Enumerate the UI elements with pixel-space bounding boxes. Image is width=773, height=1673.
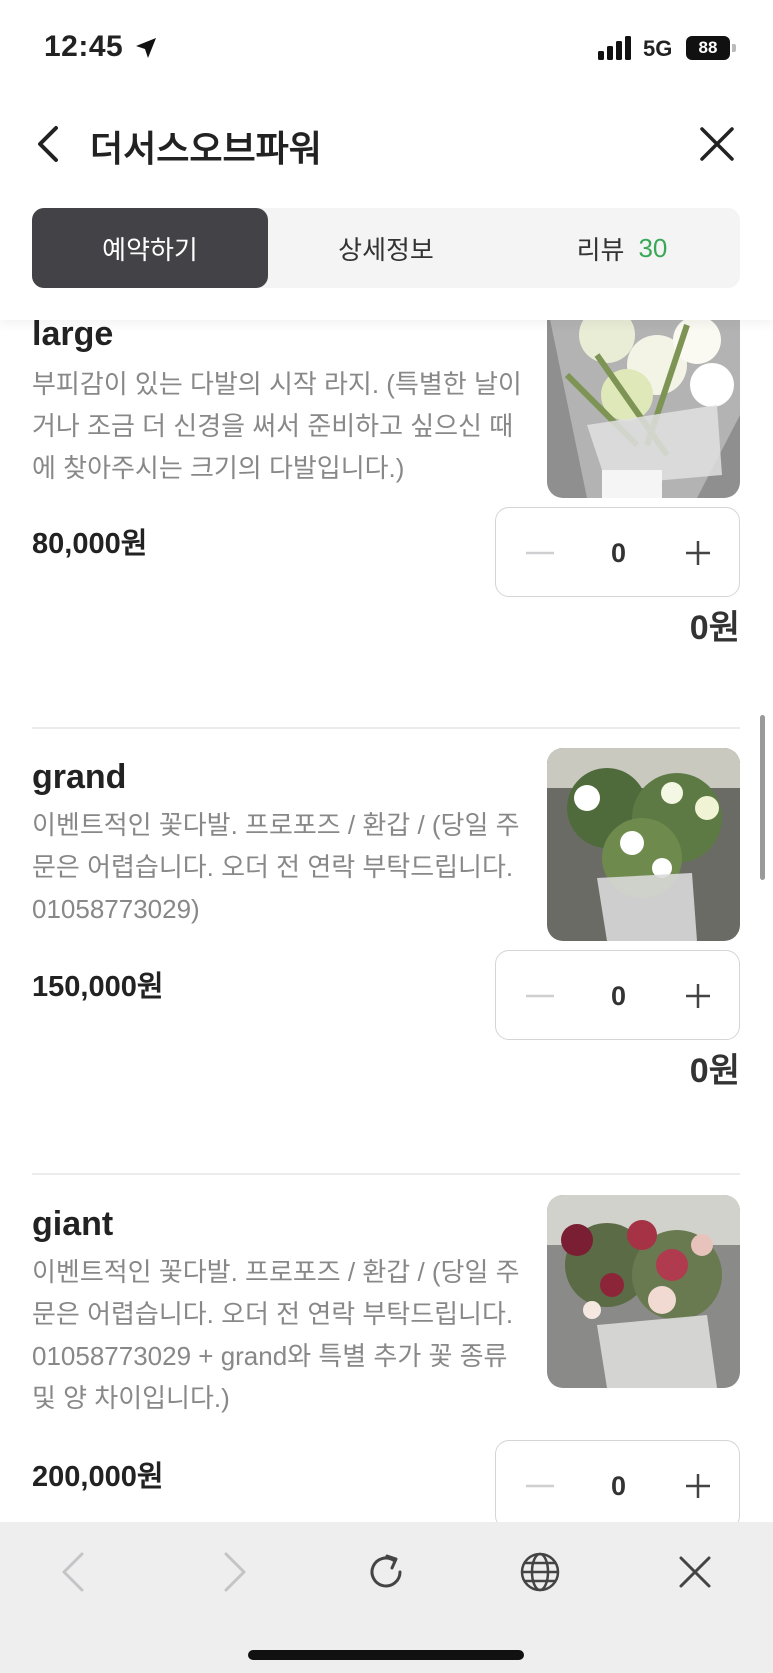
battery-level: 88 (686, 36, 730, 60)
browser-toolbar (0, 1522, 773, 1673)
signal-icon (598, 36, 631, 60)
header: 더서스오브파워 (0, 100, 773, 190)
item-total: 0원 (689, 609, 740, 647)
product-image[interactable] (547, 1195, 740, 1388)
forward-nav-icon[interactable] (204, 1542, 264, 1602)
product-image[interactable] (547, 320, 740, 498)
product-price: 150,000원 (32, 971, 164, 1003)
status-bar: 12:45 5G 88 (0, 0, 773, 100)
tab-label: 상세정보 (338, 234, 434, 265)
page-title: 더서스오브파워 (90, 128, 322, 169)
plus-icon[interactable] (678, 528, 718, 578)
product-price: 200,000원 (32, 1461, 164, 1493)
close-browser-icon[interactable] (665, 1542, 725, 1602)
tab-details[interactable]: 상세정보 (268, 208, 504, 288)
minus-icon[interactable] (520, 1461, 560, 1511)
product-name: large (32, 320, 114, 353)
divider (32, 727, 740, 729)
product-image[interactable] (547, 748, 740, 941)
tab-label: 예약하기 (102, 234, 198, 265)
plus-icon[interactable] (678, 1461, 718, 1511)
product-description: 이벤트적인 꽃다발. 프로포즈 / 환갑 / (당일 주문은 어렵습니다. 오더… (32, 1257, 520, 1413)
back-icon[interactable] (32, 122, 64, 166)
product-item-giant: giant 이벤트적인 꽃다발. 프로포즈 / 환갑 / (당일 주문은 어렵습… (32, 1195, 740, 1522)
reload-icon[interactable] (356, 1542, 416, 1602)
divider (32, 1173, 740, 1175)
scrollbar-thumb[interactable] (760, 715, 765, 880)
product-price: 80,000원 (32, 528, 148, 560)
location-arrow-icon (136, 38, 156, 58)
globe-icon[interactable] (510, 1542, 570, 1602)
home-indicator (248, 1650, 524, 1660)
product-name: grand (32, 758, 127, 796)
tab-reserve[interactable]: 예약하기 (32, 208, 268, 288)
product-name: giant (32, 1205, 114, 1243)
tab-bar: 예약하기 상세정보 리뷰 30 (0, 190, 773, 320)
plus-icon[interactable] (678, 971, 718, 1021)
network-label: 5G (643, 36, 673, 61)
minus-icon[interactable] (520, 528, 560, 578)
minus-icon[interactable] (520, 971, 560, 1021)
quantity-stepper: 0 (495, 950, 740, 1040)
quantity-value: 0 (610, 1471, 627, 1501)
product-item-large: large 부피감이 있는 다발의 시작 라지. (특별한 날이거나 조금 더 … (32, 320, 740, 685)
quantity-stepper: 0 (495, 1440, 740, 1522)
product-description: 부피감이 있는 다발의 시작 라지. (특별한 날이거나 조금 더 신경을 써서… (32, 369, 522, 483)
quantity-stepper: 0 (495, 507, 740, 597)
quantity-value: 0 (610, 981, 627, 1011)
item-total: 0원 (689, 1052, 740, 1090)
back-nav-icon[interactable] (44, 1542, 104, 1602)
tab-reviews[interactable]: 리뷰 30 (504, 208, 740, 288)
close-icon[interactable] (697, 124, 737, 164)
status-time: 12:45 (44, 30, 124, 63)
product-description: 이벤트적인 꽃다발. 프로포즈 / 환갑 / (당일 주문은 어렵습니다. 오더… (32, 810, 520, 924)
tab-label: 리뷰 (576, 234, 625, 265)
product-item-grand: grand 이벤트적인 꽃다발. 프로포즈 / 환갑 / (당일 주문은 어렵습… (32, 748, 740, 1148)
quantity-value: 0 (610, 538, 627, 568)
product-list[interactable]: large 부피감이 있는 다발의 시작 라지. (특별한 날이거나 조금 더 … (0, 320, 773, 1522)
review-count: 30 (638, 232, 668, 263)
battery-icon: 88 (686, 36, 736, 60)
